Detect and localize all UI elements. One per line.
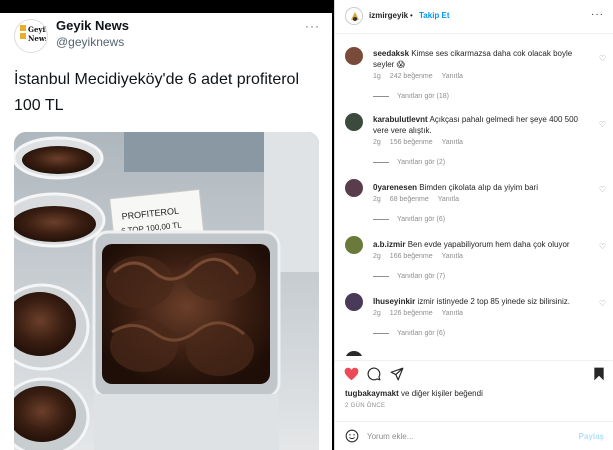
comment-meta: 2g 68 beğenme Yanıtla [373,196,468,203]
comment-time: 1g [373,73,381,80]
view-replies-button[interactable]: Yanıtları gör (2) [373,159,445,166]
post-actions-bar [335,360,613,384]
reply-button[interactable]: Yanıtla [442,253,463,260]
tweet-pane: Geyik News Geyik News @geyiknews ··· İst… [0,0,332,450]
post-comment-button[interactable]: Paylaş [579,432,604,441]
comment-input[interactable] [367,428,567,444]
comment-likes[interactable]: 126 beğenme [390,310,433,317]
comment-meta: 2g 126 beğenme Yanıtla [373,310,472,317]
emoji-icon[interactable] [345,429,359,443]
commenter-avatar[interactable] [345,236,363,254]
comment-like-heart-icon[interactable]: ♡ [599,54,606,63]
tweet-text: İstanbul Mecidiyeköy'de 6 adet profitero… [14,71,299,114]
share-icon[interactable] [390,367,404,381]
comment-body: 0yarenesen Bimden çikolata alıp da yiyim… [373,182,591,193]
tweet-author-handle[interactable]: @geyiknews [56,35,124,49]
comment-username[interactable]: seedaksk [373,49,409,58]
post-date: 2 GÜN ÖNCE [345,403,386,409]
geyik-news-logo-icon: Geyik News [20,25,46,43]
liked-by-rest: ve diğer kişiler beğendi [401,389,483,398]
heart-icon[interactable] [344,367,359,381]
account-avatar[interactable] [345,7,363,25]
profiterol-photo: PROFITEROL 6 TOP 100,00 TL [14,132,319,450]
comment-text: izmir istinyede 2 top 85 yinede siz bili… [417,297,570,306]
view-replies-button[interactable]: Yanıtları gör (6) [373,330,445,337]
commenter-avatar[interactable] [345,179,363,197]
comment-likes[interactable]: 166 beğenme [390,253,433,260]
view-replies-button[interactable]: Yanıtları gör (7) [373,273,445,280]
comment-time: 2g [373,196,381,203]
comment-icon[interactable] [367,367,381,381]
liked-by-user[interactable]: tugbakaymakt [345,389,399,398]
reply-button[interactable]: Yanıtla [438,196,459,203]
follow-button[interactable]: Takip Et [419,11,450,20]
reply-button[interactable]: Yanıtla [442,73,463,80]
comment-body: seedaksk Kimse ses cikarmazsa daha cok o… [373,48,591,70]
comment-like-heart-icon[interactable]: ♡ [599,242,606,251]
tweet-card[interactable]: Geyik News Geyik News @geyiknews ··· İst… [0,13,332,450]
comment-time: 2g [373,253,381,260]
comment-like-heart-icon[interactable]: ♡ [599,120,606,129]
comment-text: Bimden çikolata alıp da yiyim bari [419,183,538,192]
commenter-avatar[interactable] [345,113,363,131]
comment-meta: 1g 242 beğenme Yanıtla [373,73,472,80]
comment-meta: 2g 156 beğenme Yanıtla [373,139,472,146]
comment-username[interactable]: 0yarenesen [373,183,417,192]
comment-likes[interactable]: 68 beğenme [390,196,429,203]
comment-body: lhuseyinkir izmir istinyede 2 top 85 yin… [373,296,591,307]
bookmark-icon[interactable] [593,367,605,381]
comment-body: karabulutlevnt Açıkçası pahalı gelmedi h… [373,114,591,136]
commenter-avatar[interactable] [345,351,363,356]
comment-text: Ben evde yapabiliyorum hem daha çok oluy… [407,240,570,249]
logo-line2: News [28,34,46,43]
view-replies-button[interactable]: Yanıtları gör (18) [373,93,449,100]
post-options-icon[interactable]: ··· [591,9,604,20]
reply-button[interactable]: Yanıtla [442,310,463,317]
logo-line1: Geyik [28,25,46,34]
comment-username[interactable]: karabulutlevnt [373,115,428,124]
reply-button[interactable]: Yanıtla [442,139,463,146]
likes-summary[interactable]: tugbakaymakt ve diğer kişiler beğendi [345,389,483,398]
comment-like-heart-icon[interactable]: ♡ [599,299,606,308]
comment-like-heart-icon[interactable]: ♡ [599,185,606,194]
comment-time: 2g [373,310,381,317]
izmirgeyik-logo-icon [347,9,362,24]
instagram-panel: izmirgeyik • Takip Et ··· seedaksk Kimse… [334,0,613,450]
tweet-author-name[interactable]: Geyik News [56,18,129,33]
account-username[interactable]: izmirgeyik [369,11,408,20]
tweet-more-icon[interactable]: ··· [305,19,320,33]
comment-likes[interactable]: 156 beğenme [390,139,433,146]
add-comment-bar: Paylaş [335,421,613,450]
comment-username[interactable]: lhuseyinkir [373,297,415,306]
view-replies-button[interactable]: Yanıtları gör (6) [373,216,445,223]
commenter-avatar[interactable] [345,293,363,311]
comment-likes[interactable]: 242 beğenme [390,73,433,80]
separator-dot: • [410,11,413,20]
comment-username[interactable]: a.b.izmir [373,240,405,249]
tweet-photo[interactable]: PROFITEROL 6 TOP 100,00 TL [14,132,319,450]
comment-time: 2g [373,139,381,146]
geyik-news-avatar[interactable]: Geyik News [14,19,48,53]
comment-meta: 2g 166 beğenme Yanıtla [373,253,472,260]
comment-body: a.b.izmir Ben evde yapabiliyorum hem dah… [373,239,591,250]
comments-list[interactable]: seedaksk Kimse ses cikarmazsa daha cok o… [335,36,613,356]
post-header: izmirgeyik • Takip Et ··· [335,0,613,34]
commenter-avatar[interactable] [345,47,363,65]
